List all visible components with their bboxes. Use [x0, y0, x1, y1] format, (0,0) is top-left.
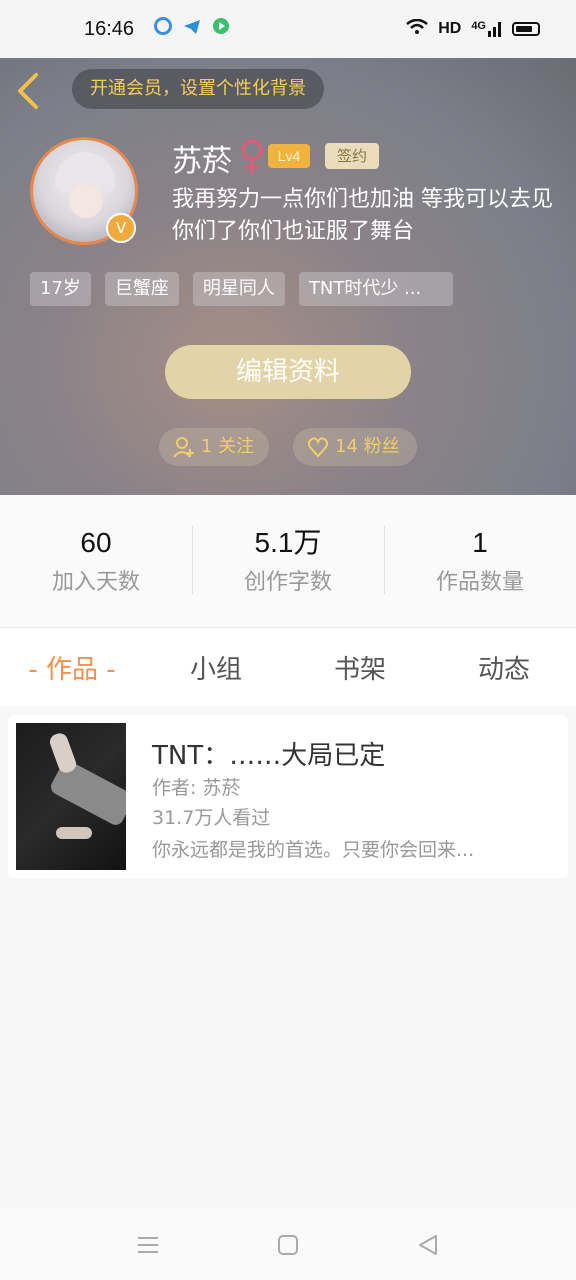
stat-label: 加入天数: [51, 570, 140, 595]
status-app-icons: [154, 16, 230, 42]
back-button[interactable]: [14, 72, 48, 109]
tab-groups[interactable]: 小组: [144, 649, 288, 686]
network-label: HD: [438, 20, 462, 37]
profile-tabs: - 作品 - 小组 书架 动态: [0, 628, 576, 706]
chevron-left-icon: [18, 73, 38, 109]
username: 苏菸: [172, 144, 232, 179]
telegram-app-icon: [182, 17, 202, 42]
tab-works[interactable]: - 作品 -: [0, 649, 144, 686]
heart-icon: [307, 437, 329, 458]
tag-age[interactable]: 17岁: [30, 272, 91, 306]
status-right: HD 4G: [406, 18, 540, 40]
video-app-icon: [212, 17, 230, 42]
stat-value: 1: [472, 527, 488, 558]
tag-fandom[interactable]: TNT时代少 ...: [298, 272, 453, 306]
fans-button[interactable]: 14 粉丝: [293, 428, 417, 466]
home-icon: [278, 1234, 298, 1255]
tab-bookshelf[interactable]: 书架: [288, 649, 432, 686]
vip-background-banner[interactable]: 开通会员，设置个性化背景: [72, 69, 324, 109]
stat-label: 作品数量: [435, 570, 524, 595]
work-author: 作者: 苏菸: [152, 777, 241, 799]
wifi-icon: [406, 18, 428, 40]
system-nav-bar: [0, 1209, 576, 1280]
work-cover-image: [16, 723, 126, 870]
stat-value: 60: [80, 527, 112, 558]
home-button[interactable]: [268, 1225, 308, 1265]
stat-label: 创作字数: [243, 570, 332, 595]
tab-activity[interactable]: 动态: [432, 649, 576, 686]
level-badge: Lv4: [268, 144, 310, 168]
following-label: 1 关注: [201, 436, 255, 457]
back-nav-button[interactable]: [408, 1225, 448, 1265]
work-views: 31.7万人看过: [152, 807, 271, 829]
stat-value: 5.1万: [254, 527, 322, 558]
signed-badge: 签约: [325, 143, 379, 169]
tag-zodiac[interactable]: 巨蟹座: [104, 272, 179, 306]
female-gender-icon: [240, 138, 264, 178]
browser-app-icon: [154, 16, 173, 35]
status-time: 16:46: [84, 17, 135, 40]
avatar-face-shape: [69, 184, 103, 218]
stat-join-days: 60 加入天数: [0, 526, 192, 596]
work-description: 你永远都是我的首选。只要你会回来...: [152, 839, 475, 861]
edit-profile-button[interactable]: 编辑资料: [165, 345, 411, 399]
profile-tags: 17岁 巨蟹座 明星同人 TNT时代少 ...: [30, 272, 453, 306]
following-button[interactable]: 1 关注: [159, 428, 269, 466]
menu-button[interactable]: [128, 1225, 168, 1265]
back-triangle-icon: [419, 1234, 437, 1255]
stat-word-count: 5.1万 创作字数: [192, 526, 384, 596]
profile-bio: 我再努力一点你们也加油 等我可以去见你们了你们也证服了舞台: [172, 187, 553, 244]
work-title: TNT：……大局已定: [152, 741, 386, 771]
battery-icon: [512, 22, 540, 36]
tag-genre[interactable]: 明星同人: [192, 272, 285, 306]
vip-verified-icon: V: [106, 213, 136, 243]
profile-header: 开通会员，设置个性化背景 V 苏菸 Lv4 签约 我再努力一点你们也加油 等我可…: [0, 58, 576, 495]
stats-row: 60 加入天数 5.1万 创作字数 1 作品数量: [0, 495, 576, 628]
signal-icon: 4G: [471, 21, 502, 37]
signal-label: 4G: [471, 20, 486, 32]
add-user-icon: [173, 437, 194, 458]
fans-label: 14 粉丝: [335, 436, 400, 457]
status-bar: 16:46 HD 4G: [0, 0, 576, 58]
works-list: TNT：……大局已定 作者: 苏菸 31.7万人看过 你永远都是我的首选。只要你…: [0, 706, 576, 1209]
cover-hand-shape: [47, 731, 79, 775]
stat-work-count: 1 作品数量: [384, 526, 576, 596]
cover-hand-shape: [56, 827, 92, 839]
menu-icon: [138, 1236, 158, 1253]
list-item[interactable]: TNT：……大局已定 作者: 苏菸 31.7万人看过 你永远都是我的首选。只要你…: [8, 715, 568, 878]
